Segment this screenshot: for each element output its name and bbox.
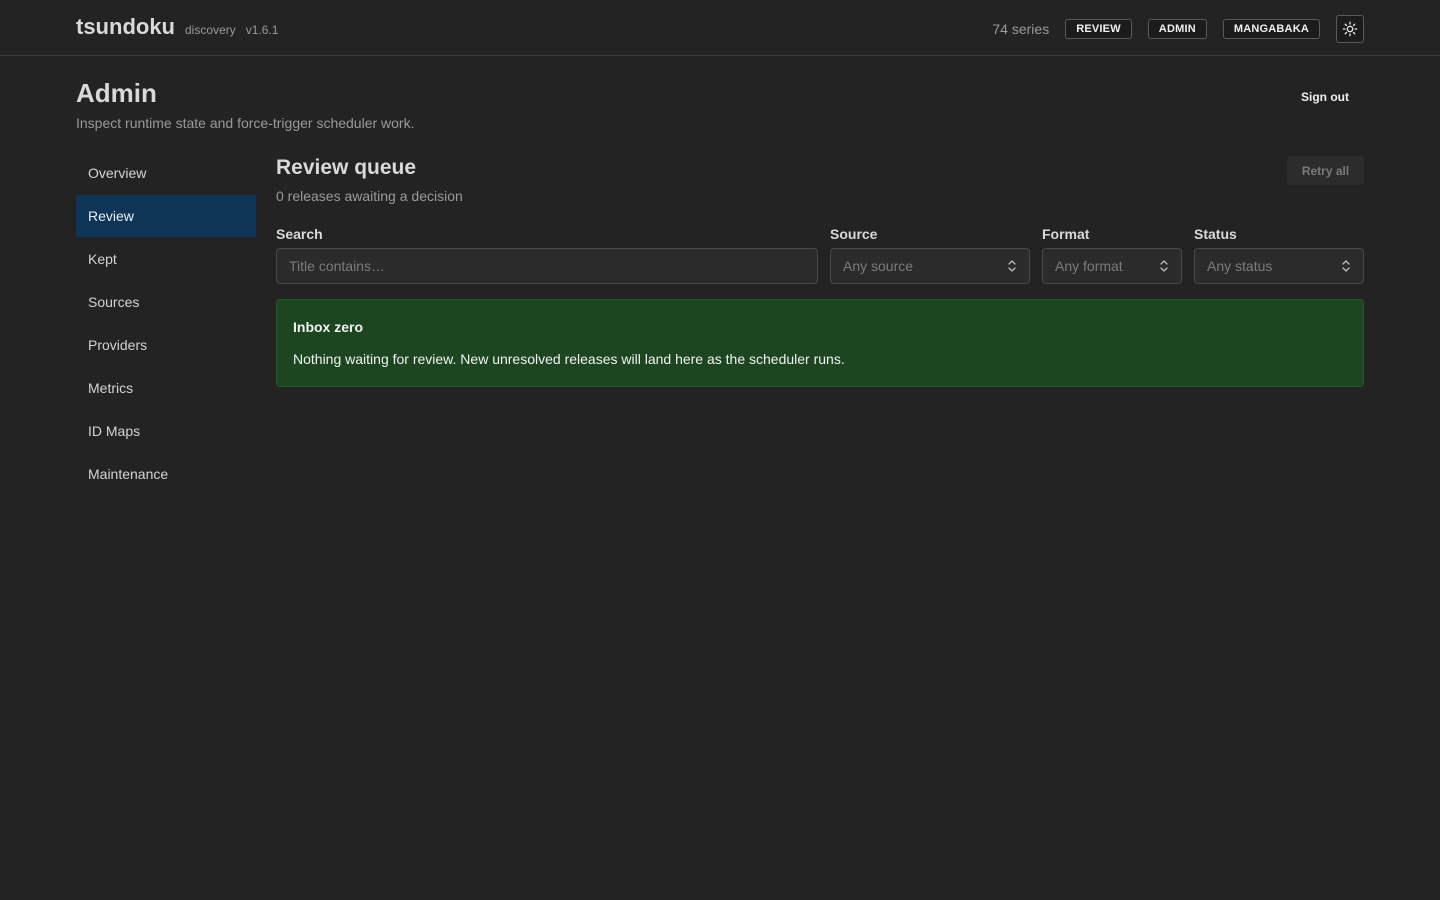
chevron-up-down-icon xyxy=(1008,260,1016,272)
retry-all-button[interactable]: Retry all xyxy=(1287,156,1364,185)
format-field: Format Any format xyxy=(1042,226,1182,284)
nav-admin-button[interactable]: ADMIN xyxy=(1147,19,1207,39)
format-select[interactable]: Any format xyxy=(1042,248,1182,284)
alert-message: Nothing waiting for review. New unresolv… xyxy=(293,351,845,367)
sidebar-item-maintenance[interactable]: Maintenance xyxy=(76,453,256,495)
search-label: Search xyxy=(276,226,323,242)
status-select-value: Any status xyxy=(1207,258,1273,274)
section-subtitle: 0 releases awaiting a decision xyxy=(276,188,463,204)
top-bar: tsundoku discovery v1.6.1 74 series REVI… xyxy=(0,0,1440,56)
search-box[interactable] xyxy=(276,248,818,284)
top-nav: 74 series REVIEW ADMIN MANGABAKA xyxy=(992,15,1364,43)
status-select[interactable]: Any status xyxy=(1194,248,1364,284)
format-label: Format xyxy=(1042,226,1090,242)
source-field: Source Any source xyxy=(830,226,1030,284)
nav-mangabaka-button[interactable]: MANGABAKA xyxy=(1222,19,1320,39)
theme-toggle-button[interactable] xyxy=(1336,15,1364,43)
chevron-up-down-icon xyxy=(1342,260,1350,272)
search-field: Search xyxy=(276,226,818,284)
brand-tagline: discovery xyxy=(185,23,236,37)
sign-out-button[interactable]: Sign out xyxy=(1301,90,1349,104)
chevron-up-down-icon xyxy=(1160,260,1168,272)
series-count: 74 series xyxy=(992,21,1050,37)
admin-sidebar: Overview Review Kept Sources Providers M… xyxy=(76,152,256,496)
sidebar-item-metrics[interactable]: Metrics xyxy=(76,367,256,409)
alert-title: Inbox zero xyxy=(293,319,364,335)
source-select-value: Any source xyxy=(843,258,914,274)
source-select[interactable]: Any source xyxy=(830,248,1030,284)
format-select-value: Any format xyxy=(1055,258,1123,274)
sidebar-item-kept[interactable]: Kept xyxy=(76,238,256,280)
brand: tsundoku discovery v1.6.1 xyxy=(76,14,278,40)
sun-icon xyxy=(1342,21,1358,37)
sidebar-item-overview[interactable]: Overview xyxy=(76,152,256,194)
sidebar-item-sources[interactable]: Sources xyxy=(76,281,256,323)
status-label: Status xyxy=(1194,226,1237,242)
inbox-zero-alert: Inbox zero Nothing waiting for review. N… xyxy=(276,299,1364,387)
section-title: Review queue xyxy=(276,156,417,179)
version-label: v1.6.1 xyxy=(245,23,279,37)
filter-bar: Search Source Any source Format Any form… xyxy=(276,226,1364,286)
source-label: Source xyxy=(830,226,878,242)
brand-name[interactable]: tsundoku xyxy=(76,14,175,40)
sidebar-item-id-maps[interactable]: ID Maps xyxy=(76,410,256,452)
sidebar-item-review[interactable]: Review xyxy=(76,195,256,237)
nav-review-button[interactable]: REVIEW xyxy=(1065,19,1132,39)
page-title: Admin xyxy=(76,78,157,108)
page-subtitle: Inspect runtime state and force-trigger … xyxy=(76,115,415,131)
status-field: Status Any status xyxy=(1194,226,1364,284)
search-input[interactable] xyxy=(289,258,805,274)
sidebar-item-providers[interactable]: Providers xyxy=(76,324,256,366)
